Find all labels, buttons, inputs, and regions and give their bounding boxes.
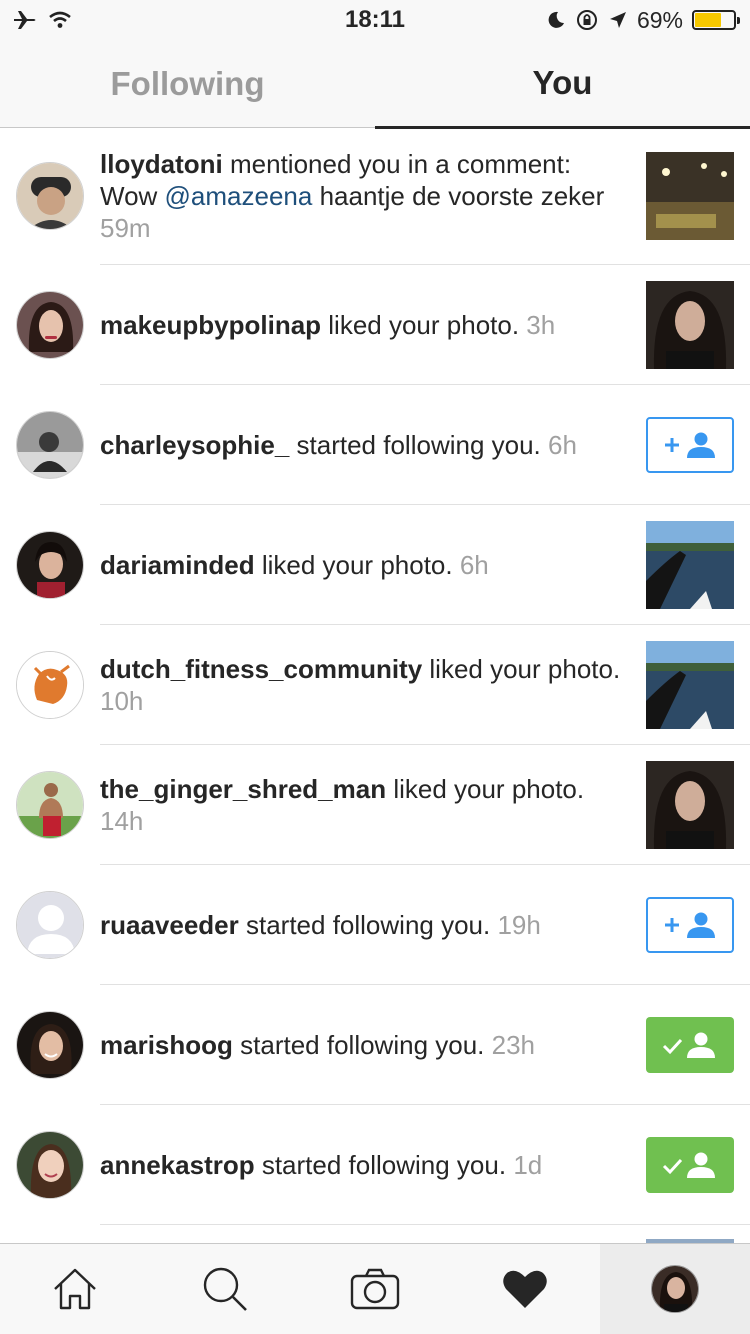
post-thumbnail[interactable]	[646, 640, 734, 729]
notification-message: started following you.	[232, 1029, 492, 1060]
notification-row[interactable]: annekastrop started following you. 1d	[16, 1105, 750, 1225]
notification-row[interactable]: makeupbypolinap liked your photo. 3h	[16, 265, 750, 385]
location-arrow-icon	[609, 12, 626, 28]
timestamp: 19h	[497, 909, 541, 940]
timestamp: 23h	[491, 1029, 536, 1060]
nav-search[interactable]	[150, 1244, 300, 1334]
notification-row[interactable]: lloydatoni mentioned you in a comment: W…	[16, 128, 750, 265]
status-bar: 18:11 69%	[0, 0, 750, 40]
avatar[interactable]	[16, 530, 84, 599]
user-check-icon	[662, 1152, 715, 1178]
notification-message: liked your photo.	[321, 309, 527, 340]
home-icon	[54, 1268, 96, 1310]
avatar[interactable]	[16, 650, 84, 719]
tab-you[interactable]: You	[375, 40, 750, 129]
avatar[interactable]	[16, 1010, 84, 1079]
mention-link[interactable]: @amazeena	[165, 181, 313, 211]
notification-message: liked your photo.	[422, 653, 621, 684]
notification-text: makeupbypolinap liked your photo. 3h	[100, 309, 632, 341]
timestamp: 6h	[548, 429, 577, 460]
notification-row[interactable]: dutch_fitness_community liked your photo…	[16, 625, 750, 745]
notification-row[interactable]: charleysophie_ started following you. 6h	[16, 385, 750, 505]
timestamp: 6h	[459, 549, 489, 580]
avatar[interactable]	[16, 410, 84, 479]
nav-home[interactable]	[0, 1244, 150, 1334]
bottom-nav	[0, 1243, 750, 1334]
post-thumbnail[interactable]	[646, 152, 734, 240]
username-link[interactable]: the_ginger_shred_man	[100, 774, 386, 804]
username-link[interactable]: dutch_fitness_community	[100, 654, 422, 684]
add-user-icon	[665, 432, 715, 458]
notification-message: started following you.	[254, 1149, 514, 1180]
username-link[interactable]: annekastrop	[100, 1150, 255, 1180]
username-link[interactable]: lloydatoni	[100, 149, 223, 179]
status-right: 69%	[546, 6, 740, 34]
battery-percent: 69%	[636, 6, 683, 33]
username-link[interactable]: makeupbypolinap	[100, 310, 321, 340]
following-button[interactable]	[646, 1016, 734, 1073]
username-link[interactable]: charleysophie_	[100, 430, 289, 460]
notification-row[interactable]: dariaminded liked your photo. 6h	[16, 505, 750, 625]
nav-camera[interactable]	[300, 1244, 450, 1334]
avatar[interactable]	[16, 890, 84, 959]
avatar[interactable]	[16, 1130, 84, 1199]
notification-text: ruaaveeder started following you. 19h	[100, 909, 632, 941]
notification-text: annekastrop started following you. 1d	[100, 1149, 632, 1181]
username-link[interactable]: ruaaveeder	[100, 910, 239, 940]
battery-icon	[692, 10, 740, 30]
add-user-icon	[665, 912, 715, 938]
following-button[interactable]	[646, 1136, 734, 1193]
timestamp: 59m	[100, 213, 151, 243]
profile-avatar	[651, 1265, 699, 1313]
timestamp: 1d	[513, 1149, 543, 1180]
post-thumbnail[interactable]	[646, 760, 734, 849]
camera-icon	[350, 1268, 400, 1310]
heart-icon	[503, 1270, 547, 1308]
rotation-lock-icon	[576, 10, 597, 30]
user-check-icon	[662, 1032, 715, 1058]
notification-row[interactable]: marishoog started following you. 23h	[16, 985, 750, 1105]
notification-row[interactable]: the_ginger_shred_man liked your photo. 1…	[16, 745, 750, 865]
notification-row[interactable]: ruaaveeder started following you. 19h	[16, 865, 750, 985]
search-icon	[203, 1267, 247, 1311]
notification-message: liked your photo.	[254, 549, 460, 580]
notification-text: the_ginger_shred_man liked your photo. 1…	[100, 773, 632, 837]
notification-message-cont: haantje de voorste zeker	[312, 181, 605, 211]
timestamp: 14h	[100, 805, 144, 836]
activity-tabs: Following You	[0, 40, 750, 129]
notification-message: started following you.	[289, 429, 549, 460]
nav-profile[interactable]	[600, 1244, 750, 1334]
notification-text: charleysophie_ started following you. 6h	[100, 429, 632, 461]
notification-text: dariaminded liked your photo. 6h	[100, 549, 632, 581]
notification-text: marishoog started following you. 23h	[100, 1029, 632, 1061]
nav-activity[interactable]	[450, 1244, 600, 1334]
notification-message: liked your photo.	[386, 773, 585, 804]
timestamp: 10h	[100, 685, 144, 716]
follow-button[interactable]	[646, 416, 734, 473]
notification-text: lloydatoni mentioned you in a comment: W…	[100, 148, 632, 244]
moon-icon	[548, 11, 564, 28]
avatar[interactable]	[16, 162, 84, 230]
post-thumbnail[interactable]	[646, 280, 734, 369]
username-link[interactable]: dariaminded	[100, 550, 255, 580]
follow-button[interactable]	[646, 896, 734, 953]
notification-feed[interactable]: lloydatoni mentioned you in a comment: W…	[0, 128, 750, 1243]
notification-text: dutch_fitness_community liked your photo…	[100, 653, 632, 717]
tab-following[interactable]: Following	[0, 40, 375, 128]
avatar[interactable]	[16, 770, 84, 839]
username-link[interactable]: marishoog	[100, 1030, 233, 1060]
post-thumbnail[interactable]	[646, 520, 734, 609]
avatar[interactable]	[16, 290, 84, 359]
timestamp: 3h	[526, 309, 556, 340]
battery-level	[695, 13, 722, 27]
notification-message: started following you.	[238, 909, 498, 940]
